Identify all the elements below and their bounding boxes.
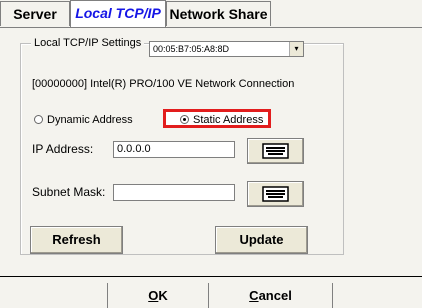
group-legend: Local TCP/IP Settings bbox=[31, 37, 145, 49]
ip-address-label: IP Address: bbox=[32, 142, 94, 156]
connection-name: [00000000] Intel(R) PRO/100 VE Network C… bbox=[32, 78, 295, 90]
tab-network-share[interactable]: Network Share bbox=[166, 1, 271, 26]
cancel-accel: C bbox=[249, 288, 259, 303]
dynamic-address-radio[interactable]: Dynamic Address bbox=[34, 114, 133, 126]
subnet-mask-label: Subnet Mask: bbox=[32, 185, 106, 199]
keyboard-icon bbox=[262, 143, 289, 159]
network-settings-page: Server Local TCP/IP Network Share Local … bbox=[0, 0, 422, 308]
subnet-mask-input[interactable] bbox=[113, 184, 235, 201]
tab-server[interactable]: Server bbox=[0, 1, 70, 26]
refresh-button[interactable]: Refresh bbox=[30, 226, 123, 254]
cancel-rest: ancel bbox=[258, 288, 292, 303]
chevron-down-icon[interactable]: ▾ bbox=[289, 42, 303, 56]
tab-local-tcpip[interactable]: Local TCP/IP bbox=[70, 0, 166, 27]
static-address-radio[interactable]: Static Address bbox=[180, 114, 263, 126]
cancel-button[interactable]: Cancel bbox=[208, 283, 333, 308]
dynamic-address-label: Dynamic Address bbox=[47, 114, 133, 126]
ip-address-input[interactable]: 0.0.0.0 bbox=[113, 141, 235, 158]
static-address-label: Static Address bbox=[193, 114, 264, 126]
ok-button[interactable]: OK bbox=[107, 283, 209, 308]
keyboard-icon bbox=[262, 186, 289, 202]
tab-bar: Server Local TCP/IP Network Share bbox=[0, 0, 422, 28]
update-button[interactable]: Update bbox=[215, 226, 308, 254]
adapter-select[interactable]: 00:05:B7:05:A8:8D ▾ bbox=[149, 41, 304, 57]
mask-keyboard-button[interactable] bbox=[247, 181, 304, 207]
radio-indicator-selected bbox=[180, 114, 189, 124]
ok-accel: O bbox=[148, 288, 159, 303]
adapter-select-value: 00:05:B7:05:A8:8D bbox=[153, 44, 230, 54]
radio-indicator bbox=[34, 114, 43, 124]
ok-rest: K bbox=[158, 288, 168, 303]
ip-keyboard-button[interactable] bbox=[247, 138, 304, 164]
